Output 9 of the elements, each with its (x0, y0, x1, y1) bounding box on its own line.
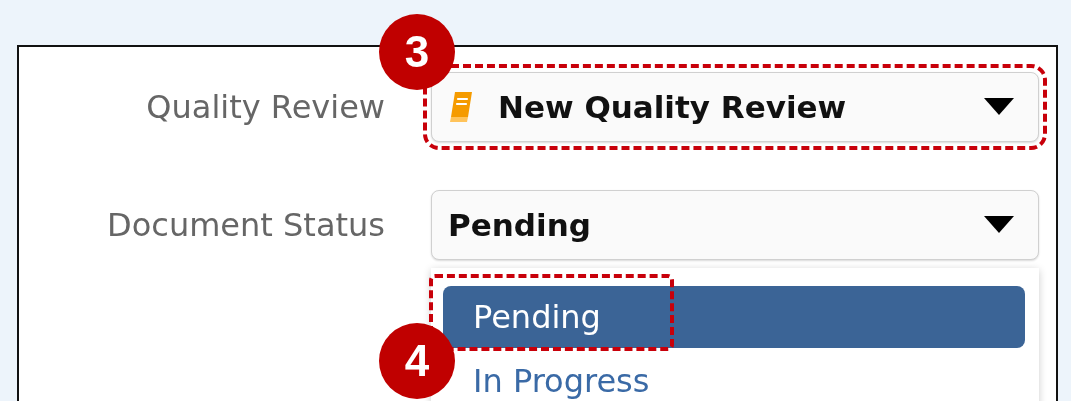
dropdown[interactable]: Pending (431, 190, 1039, 260)
menu-option[interactable]: Pending (443, 286, 1025, 348)
field-label: Document Status (106, 206, 385, 244)
field-label: Quality Review (145, 88, 385, 126)
menu-option[interactable]: In Progress (473, 350, 650, 401)
step-badge: 4 (379, 323, 455, 399)
step-badge: 3 (379, 14, 455, 90)
caret-icon (984, 216, 1014, 234)
caret-icon (984, 98, 1014, 116)
